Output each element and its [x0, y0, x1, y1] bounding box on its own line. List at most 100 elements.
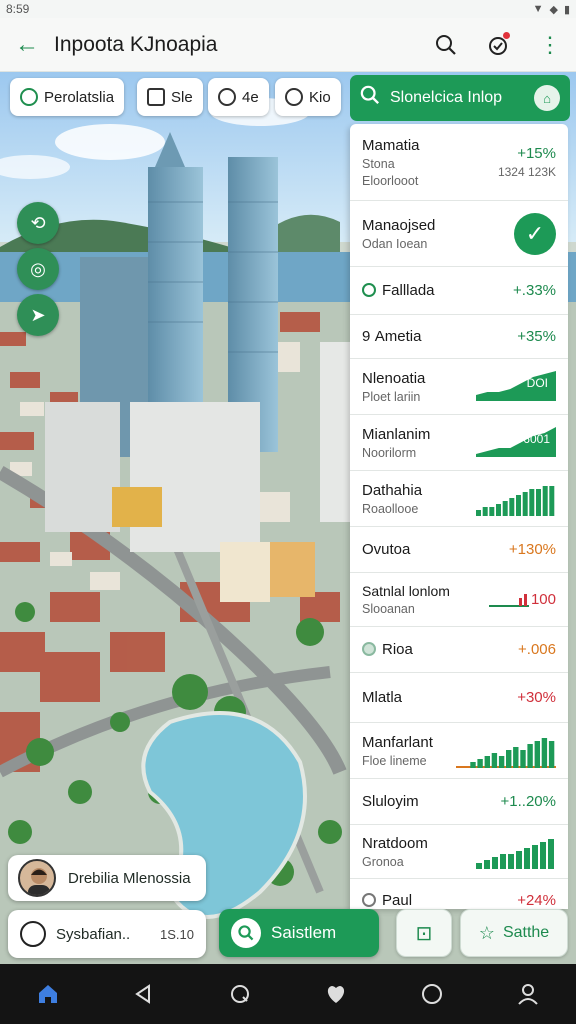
search-bar[interactable]: Slonelcica Inlop ⌂	[350, 75, 570, 121]
sparkline-bar	[492, 856, 498, 869]
sparkline-red	[488, 593, 529, 607]
sparkline-bar	[529, 488, 535, 516]
item-change: +130%	[508, 541, 556, 558]
tree-icon	[218, 88, 236, 106]
item-sub: Slooanan	[362, 602, 415, 616]
radio-option-card[interactable]: Sysbafian.. 1S.10	[8, 910, 206, 958]
item-sub: Floe lineme	[362, 753, 427, 768]
radio-button[interactable]	[20, 921, 46, 947]
sparkline-bar	[542, 485, 548, 516]
sparkline-bar	[476, 509, 481, 516]
sparkline-bar	[516, 494, 521, 516]
back-arrow-icon[interactable]: ←	[0, 18, 54, 72]
sparkline-bar	[540, 841, 546, 869]
bookmark-button[interactable]: ⊡	[396, 909, 452, 957]
item-name: Satnlal lonlom	[362, 583, 450, 599]
sparkline-bar	[549, 485, 555, 516]
item-name: Manfarlant	[362, 733, 433, 751]
item-change: 100	[530, 591, 556, 608]
search-icon[interactable]	[420, 18, 472, 72]
chip-filter-3[interactable]: 4e	[208, 78, 269, 116]
sparkline-bar	[513, 746, 519, 768]
item-sub: Stona	[362, 156, 395, 171]
item-name: Mianlanim	[362, 425, 431, 443]
signal-icon: ▼	[532, 2, 544, 15]
filter-icon[interactable]: ⌂	[534, 85, 560, 111]
item-name: Paul	[382, 891, 413, 909]
list-item[interactable]: Ovutoa +130%	[350, 527, 568, 573]
list-item[interactable]: Dathahia Roaollooe	[350, 471, 568, 527]
chip-filter-1[interactable]: Perolatslia	[10, 78, 125, 116]
page-title: Inpoota KJnoapia	[54, 32, 218, 56]
search-icon	[231, 918, 261, 948]
sparkline-bar	[532, 844, 538, 869]
list-item[interactable]: Mianlanim Noorilorm T6001	[350, 415, 568, 471]
item-sub: Ploet lariin	[362, 389, 421, 404]
star-icon: ☆	[478, 922, 495, 943]
item-prefix: 9	[362, 327, 371, 345]
chip-label: 4e	[242, 88, 259, 106]
item-name: Manaojsed	[362, 216, 436, 234]
sparkline-bar	[527, 743, 533, 768]
more-options-icon[interactable]: ⋮	[524, 18, 576, 72]
sparkline-bar	[524, 847, 530, 869]
list-item[interactable]: Nlenoatia Ploet lariin DOI	[350, 359, 568, 415]
item-name: Mamatia	[362, 136, 420, 154]
locate-icon[interactable]: ➤	[17, 294, 59, 336]
list-item[interactable]: Manaojsed Odan Ioean ✓	[350, 201, 568, 267]
results-panel: Mamatia Stona Eloorlooot +15% 1324 123K …	[350, 124, 568, 909]
sparkline-bar	[534, 740, 540, 768]
sparkline-bar	[522, 491, 528, 516]
sparkline-bar	[506, 749, 512, 768]
chip-label: Perolatslia	[44, 88, 115, 106]
item-name: Rioa	[382, 640, 413, 658]
profile-card[interactable]: Drebilia Mlenossia	[8, 855, 206, 901]
notification-badge	[503, 31, 510, 39]
back-icon[interactable]	[124, 974, 164, 1014]
notification-icon[interactable]	[472, 18, 524, 72]
sparkline-bar	[548, 838, 554, 869]
list-item[interactable]: Rioa +.006	[350, 627, 568, 673]
save-button[interactable]: ☆ Satthe	[460, 909, 568, 957]
sparkline-bar	[502, 500, 508, 516]
search-icon[interactable]	[220, 974, 260, 1014]
profile-icon[interactable]	[508, 974, 548, 1014]
check-icon[interactable]: ✓	[514, 212, 556, 255]
search-button-label: Saistlem	[271, 923, 337, 942]
list-item[interactable]: Satnlal lonlom Slooanan 100	[350, 573, 568, 627]
list-item[interactable]: Paul +24%	[350, 879, 568, 909]
sparkline-bar	[520, 749, 526, 768]
list-item[interactable]: Falllada +.33%	[350, 267, 568, 315]
list-item[interactable]: Sluloyim +1..20%	[350, 779, 568, 825]
profile-name: Drebilia Mlenossia	[68, 869, 191, 887]
chip-filter-2[interactable]: Sle	[137, 78, 203, 116]
avatar	[18, 859, 56, 897]
sparkline-bar	[484, 755, 490, 768]
layers-icon[interactable]: ◎	[17, 248, 59, 290]
list-item[interactable]: Manfarlant Floe lineme	[350, 723, 568, 779]
sparkline-bar	[509, 497, 515, 516]
building-icon	[147, 88, 165, 106]
search-label: Slonelcica Inlop	[390, 89, 503, 106]
bookmark-icon: ⊡	[415, 922, 433, 945]
item-name: Sluloyim	[362, 793, 419, 810]
item-name: Mlatla	[362, 689, 403, 706]
item-sub: Odan Ioean	[362, 236, 428, 251]
item-name: Falllada	[382, 281, 435, 299]
status-dot-icon	[362, 282, 376, 297]
bottom-nav	[0, 964, 576, 1024]
item-change: +15%	[517, 145, 556, 162]
list-item[interactable]: Nratdoom Gronoa	[350, 825, 568, 879]
circle-icon[interactable]	[412, 974, 452, 1014]
sparkline-bar	[491, 752, 498, 768]
list-item[interactable]: Mlatla +30%	[350, 673, 568, 723]
home-icon[interactable]	[28, 974, 68, 1014]
search-button[interactable]: Saistlem	[219, 909, 379, 957]
status-time: 8:59	[6, 2, 30, 16]
heart-icon[interactable]	[316, 974, 356, 1014]
chip-filter-4[interactable]: Kio	[275, 78, 341, 116]
list-item[interactable]: Mamatia Stona Eloorlooot +15% 1324 123K	[350, 124, 568, 201]
list-item[interactable]: 9 Ametia +35%	[350, 315, 568, 359]
compass-icon[interactable]: ⟲	[17, 202, 59, 244]
sparkline-bar	[516, 850, 522, 869]
